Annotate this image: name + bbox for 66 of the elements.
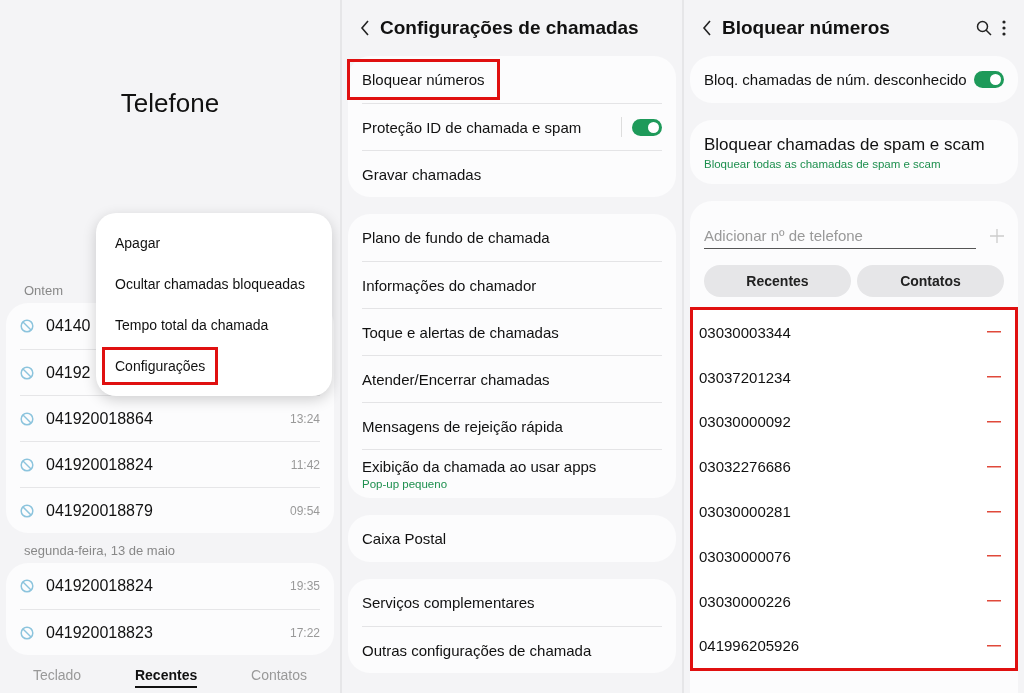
remove-icon[interactable] <box>987 465 1001 468</box>
remove-icon[interactable] <box>987 331 1001 334</box>
settings-item[interactable]: Mensagens de rejeição rápida <box>362 417 563 435</box>
blocked-number: 03030000281 <box>699 503 792 521</box>
app-title: Telefone <box>119 88 221 119</box>
phone-number[interactable]: 041920018823 <box>46 623 290 642</box>
remove-icon[interactable] <box>987 376 1001 379</box>
menu-item[interactable]: Ocultar chamadas bloqueadas <box>102 265 318 303</box>
blocked-number: 03030000092 <box>699 413 792 431</box>
blocked-number: 041996205926 <box>699 637 801 655</box>
item-subtitle: Pop-up pequeno <box>362 478 449 490</box>
blocked-number: 03030003344 <box>699 323 792 341</box>
nav-tab[interactable]: Recentes <box>134 667 198 688</box>
phone-number[interactable]: 041920018879 <box>46 501 290 520</box>
blocked-icon <box>20 457 34 472</box>
phone-number[interactable]: 041920018824 <box>46 577 290 595</box>
phone-input-field[interactable]: Adicionar nº de telefone <box>704 223 976 249</box>
call-time: 13:24 <box>289 411 320 426</box>
phone-number[interactable]: 041920018864 <box>46 409 290 428</box>
menu-item[interactable]: Apagar <box>102 224 174 262</box>
remove-icon[interactable] <box>987 555 1001 558</box>
blocked-number: 03037201234 <box>699 368 792 386</box>
settings-item[interactable]: Exibição da chamada ao usar apps <box>362 458 597 475</box>
settings-item[interactable]: Plano de fundo de chamada <box>362 229 550 246</box>
blocked-icon <box>20 319 34 333</box>
search-icon[interactable] <box>976 20 992 36</box>
menu-item[interactable]: Tempo total da chamada <box>102 306 282 344</box>
remove-icon[interactable] <box>987 510 1001 513</box>
source-button[interactable]: Contatos <box>857 265 1004 297</box>
settings-item[interactable]: Outras configurações de chamada <box>362 641 592 659</box>
blocked-number: 03030000226 <box>699 592 792 610</box>
blocked-number: 03032276686 <box>699 458 792 476</box>
settings-item[interactable]: Toque e alertas de chamadas <box>362 323 559 341</box>
more-options-icon[interactable] <box>1002 20 1006 36</box>
blocked-number: 03030000076 <box>699 547 792 565</box>
settings-item[interactable]: Gravar chamadas <box>362 165 482 183</box>
settings-item[interactable]: Proteção ID de chamada e spam <box>362 118 582 136</box>
blocked-icon <box>20 411 34 426</box>
blocked-icon <box>20 625 34 640</box>
item-subtitle: Bloquear todas as chamadas de spam e scam <box>704 157 942 170</box>
settings-item[interactable]: Informações do chamador <box>362 276 537 294</box>
call-time: 11:42 <box>290 457 320 472</box>
blocked-icon <box>20 365 34 380</box>
settings-item[interactable]: Caixa Postal <box>362 530 447 547</box>
settings-item[interactable]: Atender/Encerrar chamadas <box>362 370 550 388</box>
call-time: 19:35 <box>289 579 320 593</box>
settings-item[interactable]: Bloquear números <box>347 59 500 100</box>
source-button[interactable]: Recentes <box>704 265 851 297</box>
date-header: segunda-feira, 13 de maio <box>24 543 176 558</box>
page-title: Configurações de chamadas <box>380 17 640 39</box>
back-icon[interactable] <box>360 20 370 36</box>
page-title: Bloquear números <box>722 17 891 39</box>
menu-item[interactable]: Configurações <box>102 347 219 385</box>
toggle-switch[interactable] <box>632 118 662 136</box>
blocked-icon <box>20 503 34 518</box>
toggle-switch[interactable] <box>974 71 1004 88</box>
call-time: 17:22 <box>289 625 320 640</box>
call-time: 09:54 <box>289 503 320 518</box>
remove-icon[interactable] <box>987 600 1001 603</box>
back-icon[interactable] <box>702 20 712 36</box>
blocked-icon <box>20 579 34 593</box>
settings-item[interactable]: Serviços complementares <box>362 594 535 611</box>
remove-icon[interactable] <box>987 644 1001 647</box>
date-header: Ontem <box>24 283 63 298</box>
settings-item[interactable]: Bloquear chamadas de spam e scam <box>704 134 985 155</box>
phone-number[interactable]: 041920018824 <box>46 455 291 474</box>
